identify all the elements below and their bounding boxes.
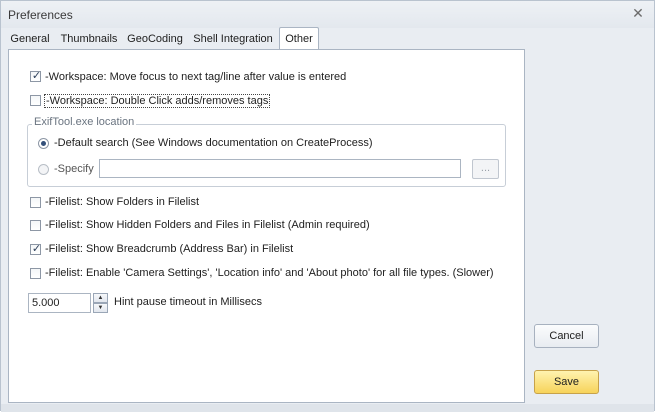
filelist-show-folders-checkbox[interactable] (30, 197, 41, 208)
workspace-double-click-checkbox[interactable] (30, 95, 41, 106)
filelist-camera-settings-label[interactable]: -Filelist: Enable 'Camera Settings', 'Lo… (45, 267, 494, 279)
check-icon: ✓ (31, 70, 42, 82)
preferences-dialog: Preferences ✕ General Thumbnails GeoCodi… (0, 0, 655, 412)
arrow-down-icon[interactable]: ▼ (93, 303, 108, 313)
exiftool-path-input[interactable] (99, 159, 461, 178)
exiftool-group-title: ExifTool.exe location (32, 116, 137, 128)
cancel-button[interactable]: Cancel (534, 324, 599, 348)
hint-pause-label: Hint pause timeout in Millisecs (114, 296, 262, 308)
title-bar[interactable]: Preferences ✕ (1, 1, 654, 28)
workspace-move-focus-checkbox[interactable]: ✓ (30, 70, 42, 82)
tab-geocoding[interactable]: GeoCoding (126, 29, 184, 50)
tab-other[interactable]: Other (279, 27, 319, 50)
check-icon: ✓ (31, 243, 42, 255)
tab-panel-other: ✓ -Workspace: Move focus to next tag/lin… (8, 49, 525, 403)
arrow-up-icon[interactable]: ▲ (93, 293, 108, 303)
workspace-move-focus-label[interactable]: -Workspace: Move focus to next tag/line … (45, 71, 346, 83)
filelist-show-hidden-checkbox[interactable] (30, 220, 41, 231)
browse-button[interactable]: ... (472, 159, 499, 179)
filelist-show-folders-label[interactable]: -Filelist: Show Folders in Filelist (45, 196, 199, 208)
specify-label[interactable]: -Specify (54, 163, 94, 175)
tab-shell-integration[interactable]: Shell Integration (191, 29, 275, 50)
window-title: Preferences (8, 8, 73, 22)
save-button[interactable]: Save (534, 370, 599, 394)
default-search-radio[interactable] (38, 138, 49, 149)
filelist-show-breadcrumb-label[interactable]: -Filelist: Show Breadcrumb (Address Bar)… (45, 243, 293, 255)
workspace-double-click-label[interactable]: -Workspace: Double Click adds/removes ta… (44, 94, 271, 108)
tab-general[interactable]: General (8, 29, 52, 50)
hint-pause-input[interactable]: 5.000 (28, 293, 91, 313)
filelist-show-hidden-label[interactable]: -Filelist: Show Hidden Folders and Files… (45, 219, 370, 231)
tab-thumbnails[interactable]: Thumbnails (60, 29, 118, 50)
filelist-camera-settings-checkbox[interactable] (30, 268, 41, 279)
filelist-show-breadcrumb-checkbox[interactable]: ✓ (30, 243, 42, 255)
specify-radio[interactable] (38, 164, 49, 175)
close-icon[interactable]: ✕ (631, 6, 645, 20)
default-search-label[interactable]: -Default search (See Windows documentati… (54, 137, 373, 149)
